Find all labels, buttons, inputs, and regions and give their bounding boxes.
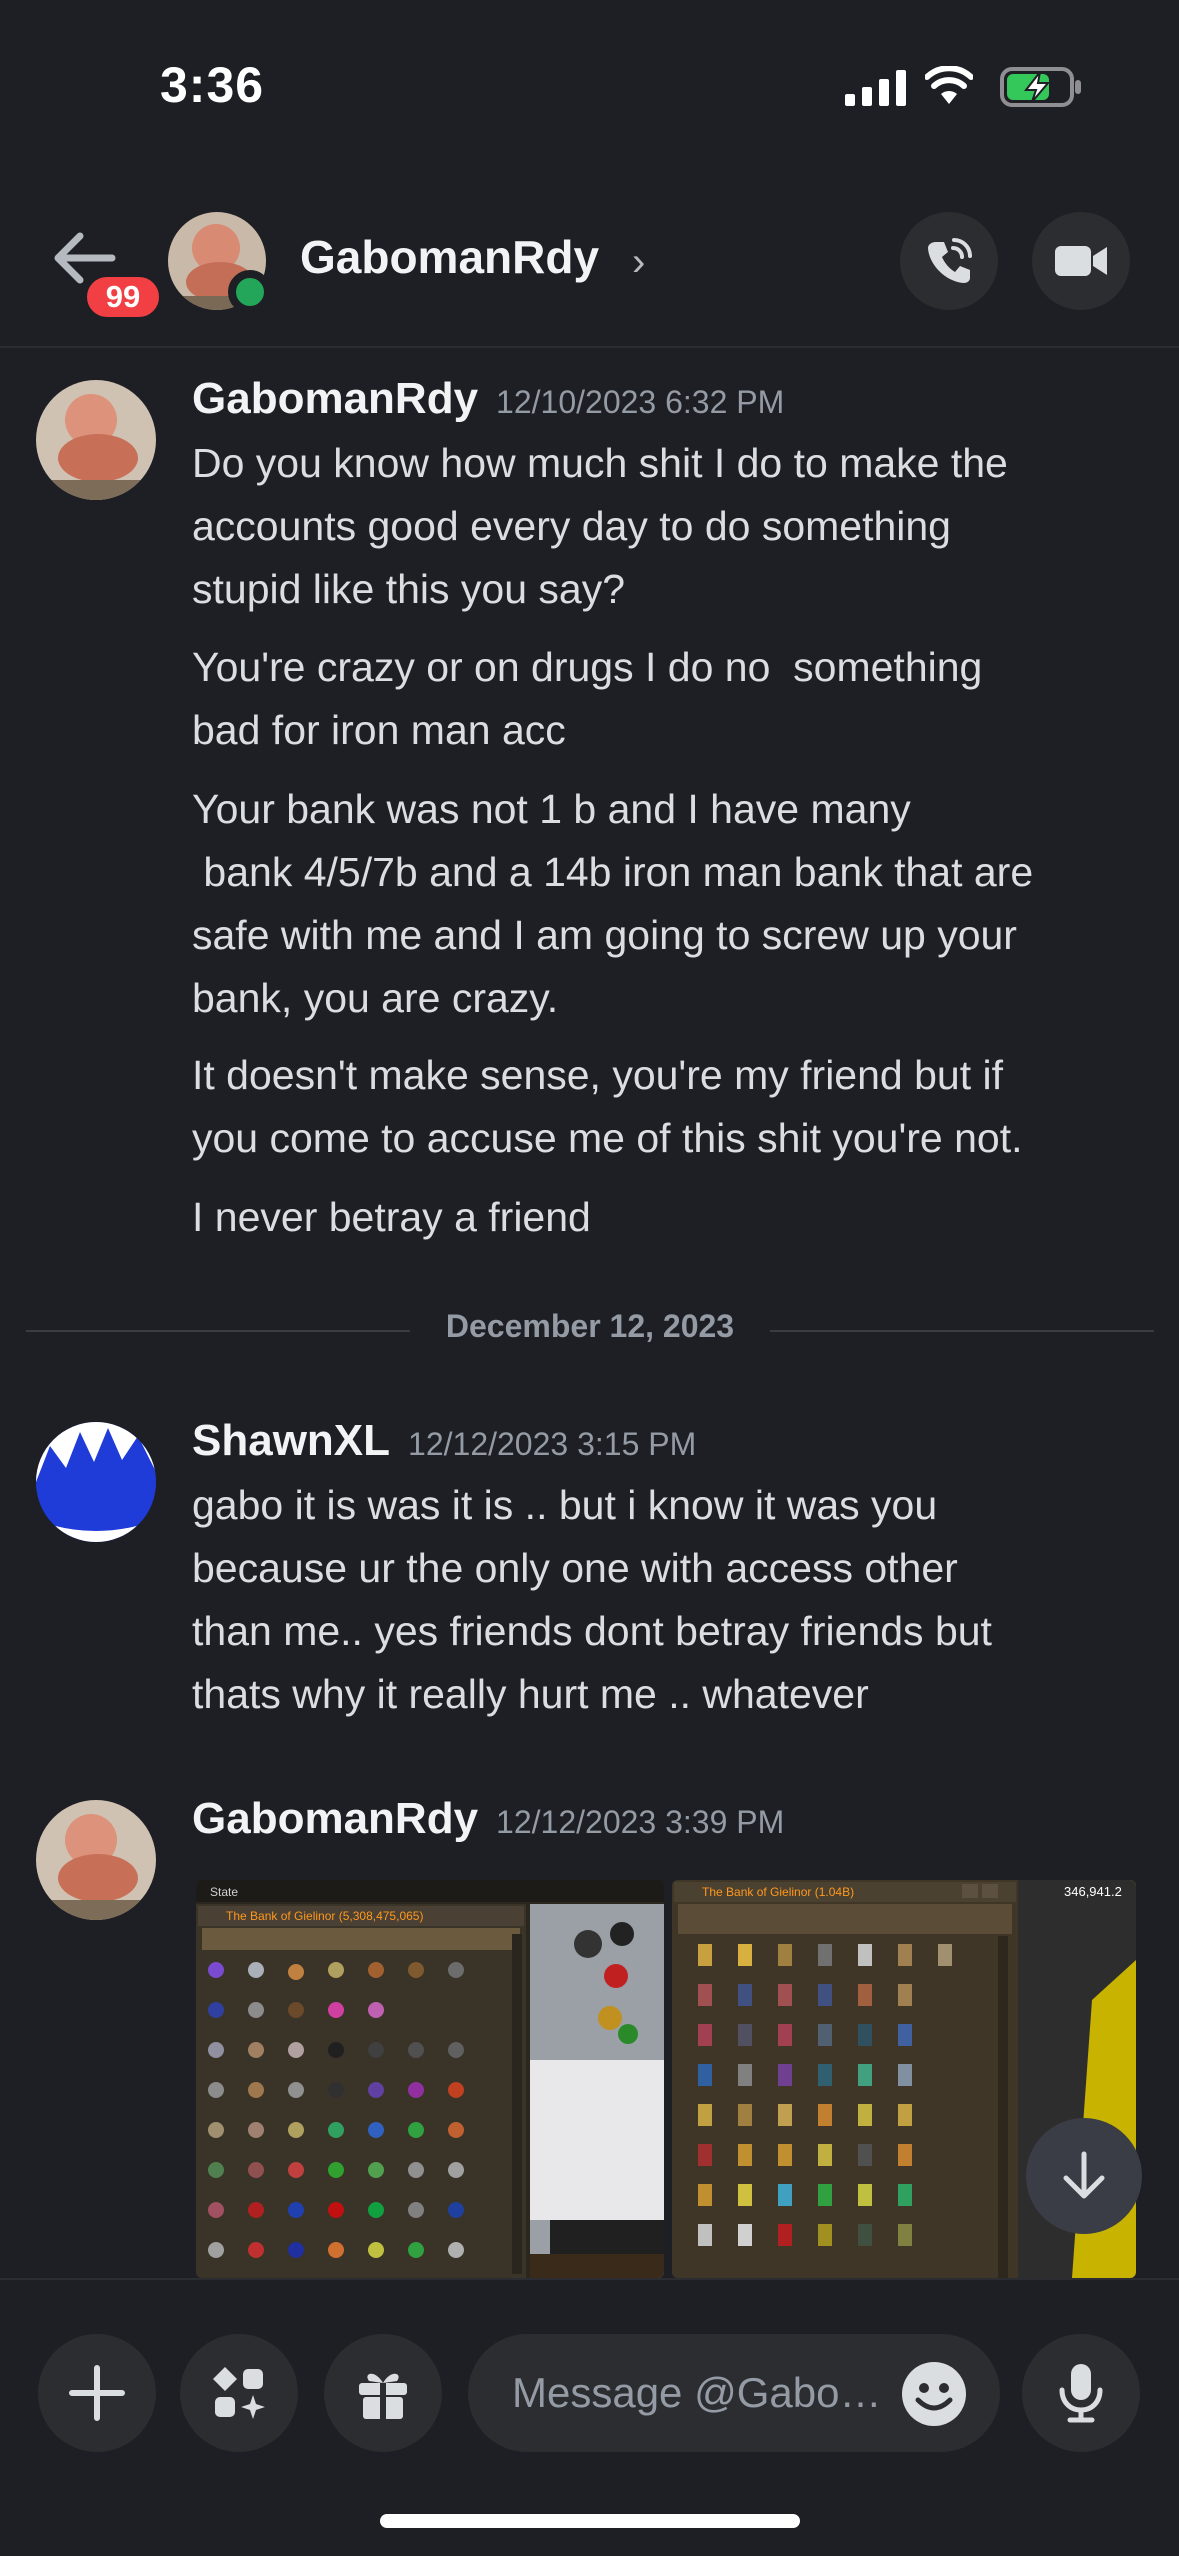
chat-title[interactable]: GabomanRdy	[300, 230, 599, 284]
avatar[interactable]	[36, 1422, 156, 1542]
wifi-icon	[925, 66, 973, 104]
gift-button[interactable]	[324, 2334, 442, 2452]
status-time: 3:36	[160, 57, 265, 113]
attachment-top-label: State	[210, 1885, 238, 1899]
voice-message-button[interactable]	[1022, 2334, 1140, 2452]
home-indicator	[380, 2514, 800, 2528]
message-text: It doesn't make sense, you're my friend …	[192, 1052, 1023, 1161]
add-attachment-button[interactable]	[38, 2334, 156, 2452]
online-status-icon	[228, 270, 272, 314]
avatar[interactable]	[36, 1800, 156, 1920]
message-text: I never betray a friend	[192, 1194, 591, 1240]
date-divider-label: December 12, 2023	[421, 1308, 759, 1344]
attachment-corner-value: 346,941.2	[1064, 1884, 1122, 1899]
apps-icon	[213, 2367, 265, 2419]
avatar[interactable]	[36, 380, 156, 500]
message-text: You're crazy or on drugs I do no somethi…	[192, 644, 983, 753]
chevron-right-icon[interactable]: ›	[632, 240, 645, 285]
gift-icon	[359, 2373, 407, 2419]
message-author[interactable]: ShawnXL 12/12/2023 3:15 PM	[192, 1416, 696, 1466]
attachment-title: The Bank of Gielinor (5,308,475,065)	[226, 1909, 423, 1923]
cellular-signal-icon	[845, 70, 906, 106]
apps-button[interactable]	[180, 2334, 298, 2452]
message-text: Your bank was not 1 b and I have many ba…	[192, 786, 1034, 1021]
emoji-icon[interactable]	[900, 2360, 968, 2428]
jump-to-latest-button[interactable]	[1026, 2118, 1142, 2234]
message-composer	[0, 2278, 1179, 2556]
message-timestamp: 12/10/2023 6:32 PM	[496, 384, 785, 420]
message-timestamp: 12/12/2023 3:39 PM	[496, 1804, 785, 1840]
microphone-icon	[1059, 2364, 1103, 2423]
chat-header: 99 GabomanRdy ›	[0, 200, 1179, 348]
message-text: gabo it is was it is .. but i know it wa…	[192, 1482, 992, 1717]
author-name[interactable]: GabomanRdy	[192, 374, 478, 423]
battery-charging-icon	[1000, 67, 1081, 107]
plus-icon	[69, 2365, 125, 2421]
video-camera-icon	[1055, 246, 1107, 276]
attachment-title: The Bank of Gielinor (1.04B)	[702, 1885, 854, 1899]
unread-badge: 99	[82, 272, 164, 322]
arrow-down-icon	[1063, 2151, 1105, 2199]
message-author[interactable]: GabomanRdy 12/12/2023 3:39 PM	[192, 1794, 784, 1844]
voice-call-button[interactable]	[900, 212, 998, 310]
video-call-button[interactable]	[1032, 212, 1130, 310]
phone-call-icon	[928, 238, 972, 283]
author-name[interactable]: ShawnXL	[192, 1416, 390, 1465]
status-bar: 3:36	[0, 0, 1179, 170]
date-divider: December 12, 2023	[26, 1308, 1154, 1352]
message-timestamp: 12/12/2023 3:15 PM	[408, 1426, 697, 1462]
message-text: Do you know how much shit I do to make t…	[192, 440, 1008, 612]
message-author[interactable]: GabomanRdy 12/10/2023 6:32 PM	[192, 374, 784, 424]
image-attachment[interactable]: State The Bank of Gielinor (5,308,475,06…	[196, 1880, 664, 2278]
author-name[interactable]: GabomanRdy	[192, 1794, 478, 1843]
